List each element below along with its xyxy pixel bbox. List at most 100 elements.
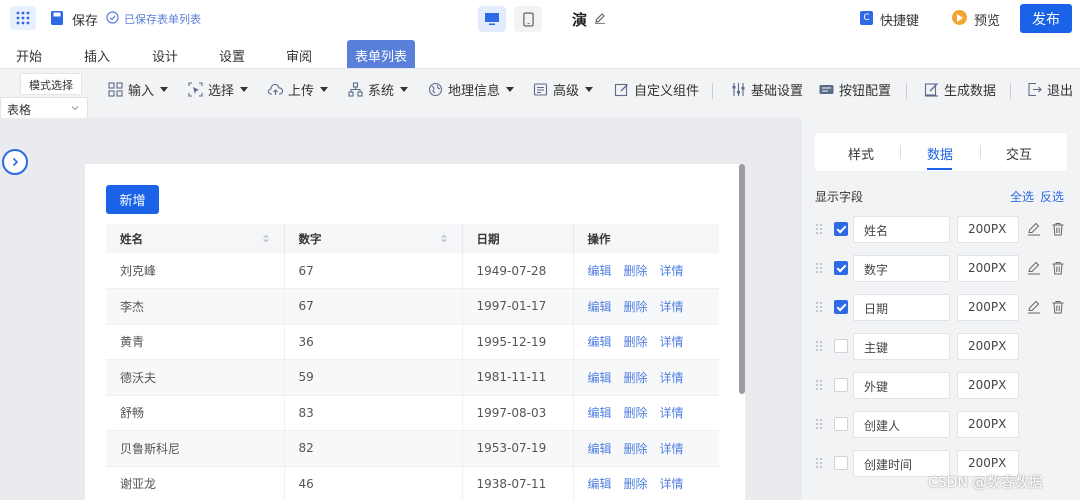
field-name-input[interactable]: 创建人 (853, 411, 950, 438)
tool-advanced[interactable]: 高级 (533, 80, 594, 99)
shortcut-button[interactable]: 快捷键 (880, 10, 919, 29)
field-name-input[interactable]: 外键 (853, 372, 950, 399)
detail-link[interactable]: 详情 (660, 477, 684, 491)
field-checkbox[interactable] (834, 456, 848, 470)
field-checkbox[interactable] (834, 339, 848, 353)
add-button[interactable]: 新增 (106, 185, 159, 214)
delete-link[interactable]: 删除 (624, 300, 648, 314)
tab-style[interactable]: 样式 (848, 144, 874, 163)
drag-handle-icon[interactable] (815, 340, 823, 352)
field-width-input[interactable]: 200PX (957, 255, 1019, 282)
field-width-input[interactable]: 200PX (957, 333, 1019, 360)
edit-link[interactable]: 编辑 (588, 371, 612, 385)
delete-link[interactable]: 删除 (624, 477, 648, 491)
tool-button-config[interactable]: 按钮配置 (819, 80, 891, 99)
tab-divider (980, 145, 981, 159)
edit-icon[interactable] (1027, 222, 1041, 236)
save-icon[interactable] (50, 10, 64, 26)
edit-link[interactable]: 编辑 (588, 335, 612, 349)
detail-link[interactable]: 详情 (660, 335, 684, 349)
trash-icon[interactable] (1051, 261, 1065, 275)
field-width-input[interactable]: 200PX (957, 216, 1019, 243)
field-width-input[interactable]: 200PX (957, 411, 1019, 438)
field-width-input[interactable]: 200PX (957, 294, 1019, 321)
field-name-input[interactable]: 主键 (853, 333, 950, 360)
tool-upload[interactable]: 上传 (268, 80, 329, 99)
saved-status: 已保存表单列表 (124, 13, 201, 26)
field-checkbox[interactable] (834, 261, 848, 275)
tab-settings[interactable]: 设置 (219, 46, 245, 65)
mobile-view-button[interactable] (514, 6, 542, 32)
field-name-input[interactable]: 日期 (853, 294, 950, 321)
delete-link[interactable]: 删除 (624, 335, 648, 349)
drag-handle-icon[interactable] (815, 379, 823, 391)
tool-system[interactable]: 系统 (348, 80, 409, 99)
drag-handle-icon[interactable] (815, 301, 823, 313)
tab-review[interactable]: 审阅 (286, 46, 312, 65)
detail-link[interactable]: 详情 (660, 264, 684, 278)
drag-handle-icon[interactable] (815, 262, 823, 274)
edit-link[interactable]: 编辑 (588, 442, 612, 456)
delete-link[interactable]: 删除 (624, 442, 648, 456)
field-checkbox[interactable] (834, 378, 848, 392)
tab-start[interactable]: 开始 (16, 46, 42, 65)
field-name-input[interactable]: 姓名 (853, 216, 950, 243)
tool-custom-component[interactable]: 自定义组件 (614, 80, 699, 99)
select-icon (188, 82, 203, 97)
rename-pen-icon[interactable] (594, 12, 606, 24)
trash-icon[interactable] (1051, 222, 1065, 236)
tab-design[interactable]: 设计 (152, 46, 178, 65)
tab-data[interactable]: 数据 (927, 144, 953, 163)
field-width-input[interactable]: 200PX (957, 372, 1019, 399)
field-name-input[interactable]: 数字 (853, 255, 950, 282)
tool-generate-data[interactable]: 生成数据 (924, 80, 996, 99)
tab-interaction[interactable]: 交互 (1006, 144, 1032, 163)
tool-basic-settings[interactable]: 基础设置 (731, 80, 803, 99)
save-button[interactable]: 保存 (72, 10, 98, 29)
tool-select[interactable]: 选择 (188, 80, 249, 99)
trash-icon[interactable] (1051, 300, 1065, 314)
delete-link[interactable]: 删除 (624, 406, 648, 420)
toolbar-divider (712, 83, 713, 99)
preview-button[interactable]: 预览 (974, 10, 1000, 29)
sort-icon[interactable] (440, 233, 448, 244)
delete-link[interactable]: 删除 (624, 371, 648, 385)
mobile-icon (522, 12, 534, 26)
edit-link[interactable]: 编辑 (588, 300, 612, 314)
select-all-link[interactable]: 全选 (1010, 188, 1034, 205)
tool-exit[interactable]: 退出 (1027, 80, 1073, 99)
detail-link[interactable]: 详情 (660, 442, 684, 456)
tool-input[interactable]: 输入 (108, 80, 169, 99)
sort-icon[interactable] (262, 233, 270, 244)
detail-link[interactable]: 详情 (660, 371, 684, 385)
expand-panel-button[interactable] (2, 149, 28, 175)
detail-link[interactable]: 详情 (660, 406, 684, 420)
field-row: 日期 200PX (815, 294, 1075, 321)
drag-handle-icon[interactable] (815, 418, 823, 430)
edit-icon[interactable] (1027, 300, 1041, 314)
cell-actions: 编辑 删除 详情 (573, 359, 719, 396)
column-header-number[interactable]: 数字 (284, 224, 463, 253)
edit-link[interactable]: 编辑 (588, 264, 612, 278)
drag-handle-icon[interactable] (815, 223, 823, 235)
field-checkbox[interactable] (834, 417, 848, 431)
edit-link[interactable]: 编辑 (588, 406, 612, 420)
publish-button[interactable]: 发布 (1020, 4, 1072, 33)
invert-selection-link[interactable]: 反选 (1040, 188, 1064, 205)
tab-insert[interactable]: 插入 (84, 46, 110, 65)
field-checkbox[interactable] (834, 300, 848, 314)
column-header-name[interactable]: 姓名 (106, 224, 285, 253)
canvas-scrollbar[interactable] (739, 164, 745, 394)
field-checkbox[interactable] (834, 222, 848, 236)
detail-link[interactable]: 详情 (660, 300, 684, 314)
drag-handle-icon[interactable] (815, 457, 823, 469)
delete-link[interactable]: 删除 (624, 264, 648, 278)
mode-select[interactable]: 表格 (0, 97, 88, 119)
edit-icon[interactable] (1027, 261, 1041, 275)
tab-form-list[interactable]: 表单列表 (347, 40, 416, 68)
cell-date: 1981-11-11 (462, 359, 574, 396)
pc-view-button[interactable] (478, 6, 506, 32)
tool-geo[interactable]: 地理信息 (428, 80, 515, 99)
app-grid-button[interactable] (10, 6, 36, 30)
edit-link[interactable]: 编辑 (588, 477, 612, 491)
